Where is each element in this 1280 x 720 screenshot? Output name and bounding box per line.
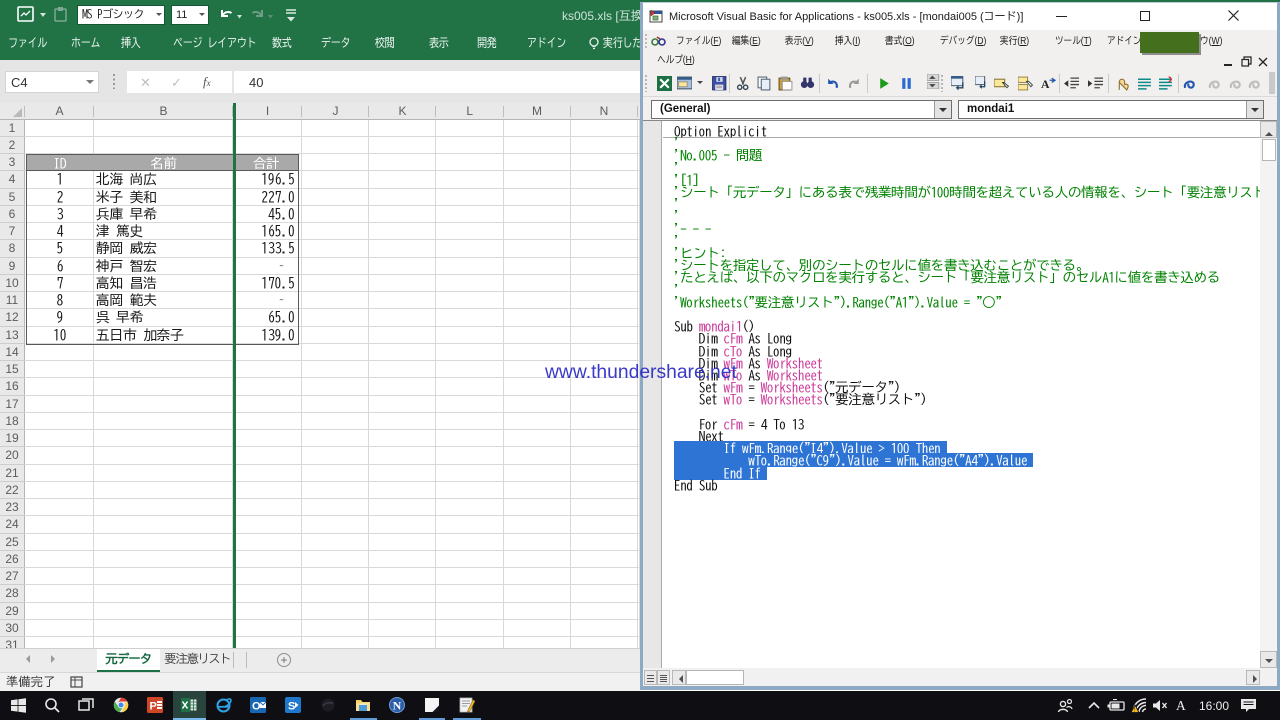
svg-text:P: P: [150, 701, 157, 713]
svg-text:A: A: [1041, 78, 1050, 91]
svg-text:N: N: [393, 698, 402, 712]
svg-text:O: O: [252, 701, 261, 713]
svg-text:S: S: [288, 701, 295, 713]
